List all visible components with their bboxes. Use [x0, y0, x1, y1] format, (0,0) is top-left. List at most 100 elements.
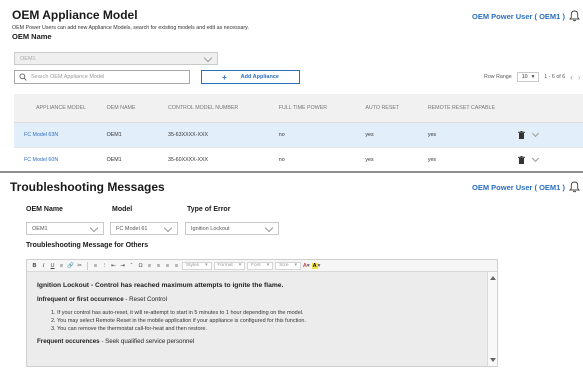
next-page-icon[interactable]: ›: [578, 73, 581, 82]
column-header[interactable]: OEM NAME: [100, 94, 163, 123]
align-justify-icon[interactable]: ≡: [173, 262, 180, 270]
table-cell: OEM1: [100, 147, 163, 173]
align-left-icon[interactable]: ≡: [146, 262, 153, 270]
editor-scrollbar[interactable]: [487, 272, 497, 366]
editor-content[interactable]: Ignition Lockout - Control has reached m…: [27, 272, 487, 366]
scroll-down-icon[interactable]: [490, 358, 496, 362]
message-heading: Ignition Lockout - Control has reached m…: [37, 282, 284, 289]
row-range-select[interactable]: 10 ▾: [516, 72, 540, 82]
page-description: OEM Power Users can add new Appliance Mo…: [12, 25, 249, 31]
bell-icon[interactable]: [568, 181, 580, 193]
chevron-down-icon: [264, 223, 274, 232]
format-dropdown-label: Format: [217, 263, 233, 268]
prev-page-icon[interactable]: ‹: [570, 73, 573, 82]
search-field[interactable]: [14, 70, 190, 84]
italic-button[interactable]: I: [40, 262, 47, 270]
text-color-button[interactable]: A ▾: [303, 263, 310, 269]
list-item: 2. You may select Remote Reset in the mo…: [51, 318, 306, 324]
caret-down-icon: ▾: [531, 74, 535, 80]
align-right-icon[interactable]: ≡: [164, 262, 171, 270]
user-menu[interactable]: OEM Power User ( OEM1 ): [472, 10, 583, 22]
blockquote-icon[interactable]: “: [128, 262, 135, 270]
bell-icon[interactable]: [568, 10, 580, 22]
styles-dropdown-label: Styles: [186, 263, 200, 268]
add-appliance-button[interactable]: + Add Appliance: [201, 70, 300, 84]
oem-name-select-value: OEM1: [20, 55, 36, 62]
styles-dropdown[interactable]: Styles ▾: [182, 261, 212, 270]
strikethrough-button[interactable]: ≡: [58, 262, 65, 270]
special-char-icon[interactable]: Ω: [137, 262, 144, 270]
model-select-value: FC Model 61: [116, 225, 148, 232]
rich-text-editor[interactable]: B I U ≡ 🔗 ✂ ≡ ⋮ ⇤ ⇥ “ Ω ≡ ≡ ≡ ≡ Styles ▾ …: [26, 259, 498, 367]
infrequent-action: - Reset Control: [123, 296, 167, 303]
table-cell: yes: [421, 122, 513, 148]
text-color-icon: A: [302, 262, 307, 269]
toolbar-divider: [87, 261, 88, 270]
column-header[interactable]: APPLIANCE MODEL: [14, 94, 101, 123]
chevron-down-icon: [163, 223, 173, 232]
outdent-icon[interactable]: ⇤: [110, 262, 117, 270]
table-cell: 35-60XXXX-XXX: [162, 147, 273, 173]
plus-icon: +: [222, 72, 227, 82]
table-cell: yes: [359, 147, 422, 173]
table-cell: yes: [421, 147, 513, 173]
search-input[interactable]: [31, 74, 189, 80]
background-color-icon: A: [311, 262, 318, 269]
size-dropdown-label: Size: [279, 263, 289, 268]
chevron-down-icon: [203, 53, 213, 62]
column-header[interactable]: FULL TIME POWER: [272, 94, 360, 123]
unlink-icon[interactable]: ✂: [76, 262, 83, 270]
oem-name-label: OEM Name: [12, 32, 52, 41]
table-row[interactable]: FC Model 63N OEM1 35-63XXXX-XXX no yes y…: [14, 122, 583, 148]
user-name[interactable]: OEM Power User ( OEM1 ): [472, 12, 565, 21]
user-name[interactable]: OEM Power User ( OEM1 ): [472, 183, 565, 192]
column-header-actions: [512, 94, 583, 123]
column-header[interactable]: CONTROL MODEL NUMBER: [162, 94, 273, 123]
align-center-icon[interactable]: ≡: [155, 262, 162, 270]
scroll-up-icon[interactable]: [490, 276, 496, 280]
row-actions: [512, 147, 583, 173]
column-header[interactable]: REMOTE RESET CAPABLE: [421, 94, 513, 123]
indent-icon[interactable]: ⇥: [119, 262, 126, 270]
user-menu[interactable]: OEM Power User ( OEM1 ): [472, 181, 583, 193]
oem-name-select[interactable]: OEM1: [14, 52, 218, 65]
editor-toolbar: B I U ≡ 🔗 ✂ ≡ ⋮ ⇤ ⇥ “ Ω ≡ ≡ ≡ ≡ Styles ▾ …: [27, 260, 497, 272]
expand-row-chevron-icon[interactable]: [532, 129, 540, 137]
underline-button[interactable]: U: [49, 262, 56, 270]
appliance-models-table: APPLIANCE MODEL OEM NAME CONTROL MODEL N…: [14, 94, 583, 173]
row-range-label: Row Range: [484, 74, 512, 80]
link-icon[interactable]: 🔗: [67, 262, 74, 270]
troubleshooting-panel: Troubleshooting Messages OEM Power User …: [0, 171, 583, 368]
infrequent-subheading: Infrequent or first occurrence - Reset C…: [37, 296, 487, 303]
trash-icon[interactable]: [518, 130, 526, 139]
caret-down-icon: ▾: [294, 263, 297, 268]
model-select[interactable]: FC Model 61: [110, 222, 178, 235]
expand-row-chevron-icon[interactable]: [532, 154, 540, 162]
caret-down-icon: ▾: [266, 263, 270, 268]
font-dropdown-label: Font: [251, 263, 261, 268]
oem-name-label: OEM Name: [26, 206, 63, 213]
table-cell: 35-63XXXX-XXX: [162, 122, 273, 148]
background-color-button[interactable]: A ▾: [311, 262, 320, 269]
frequent-subheading: Frequent occurences - Seek qualified ser…: [37, 338, 487, 345]
size-dropdown[interactable]: Size ▾: [275, 261, 301, 270]
oem-name-select-value: OEM1: [32, 225, 48, 232]
bulleted-list-icon[interactable]: ⋮: [101, 262, 108, 270]
table-row[interactable]: FC Model 60N OEM1 35-60XXXX-XXX no yes y…: [14, 147, 583, 173]
page-title: OEM Appliance Model: [12, 8, 138, 22]
table-cell: yes: [359, 122, 422, 148]
ordered-list-icon[interactable]: ≡: [92, 262, 99, 270]
font-dropdown[interactable]: Font ▾: [247, 261, 274, 270]
appliance-model-link[interactable]: FC Model 60N: [14, 147, 101, 173]
trash-icon[interactable]: [518, 155, 526, 164]
format-dropdown[interactable]: Format ▾: [213, 261, 246, 270]
column-header[interactable]: AUTO RESET: [359, 94, 422, 123]
appliance-model-panel: OEM Appliance Model OEM Power User ( OEM…: [0, 0, 583, 173]
error-type-select[interactable]: Ignition Lockout: [185, 222, 279, 235]
type-of-error-label: Type of Error: [187, 206, 231, 213]
bold-button[interactable]: B: [31, 262, 38, 270]
table-cell: OEM1: [100, 122, 163, 148]
appliance-model-link[interactable]: FC Model 63N: [14, 122, 101, 148]
oem-name-select[interactable]: OEM1: [26, 222, 104, 235]
table-cell: no: [272, 147, 360, 173]
